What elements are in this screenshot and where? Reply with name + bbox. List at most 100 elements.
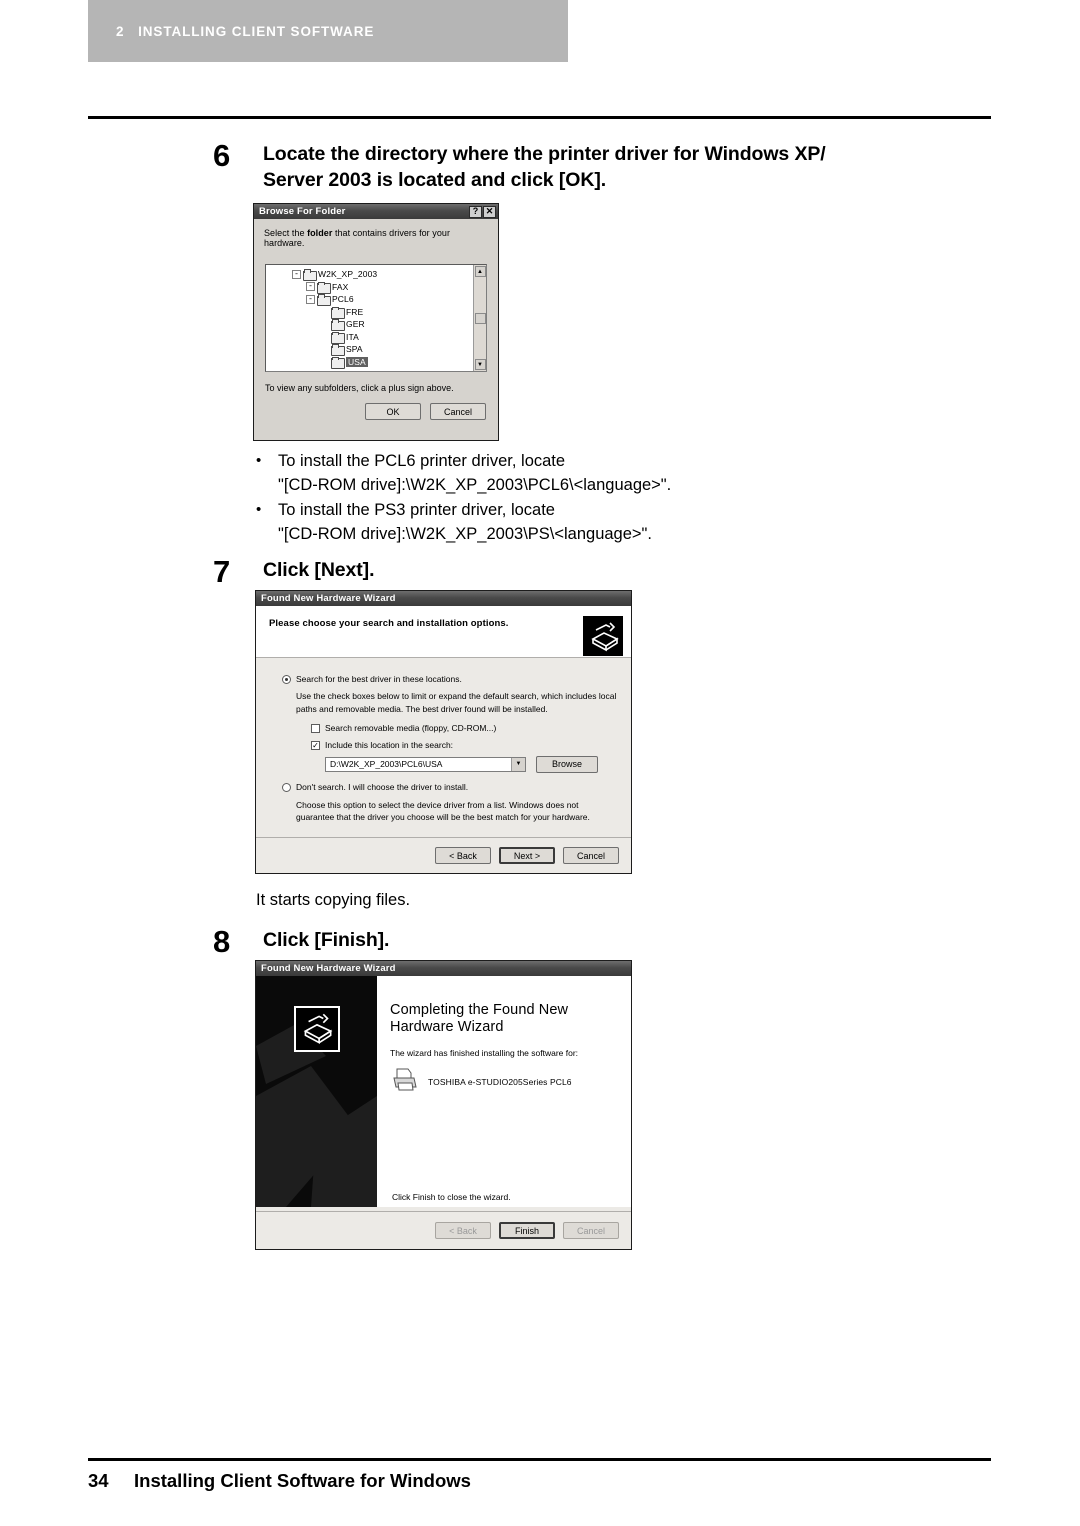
tree-expander-icon[interactable]: - <box>306 294 315 304</box>
next-button[interactable]: Next > <box>499 847 555 864</box>
hardware-wizard-icon <box>293 1006 340 1052</box>
checkbox-include-location-label: Include this location in the search: <box>325 739 454 750</box>
browse-prompt-bold: folder <box>307 228 333 238</box>
wizard-cancel-button[interactable]: Cancel <box>563 1222 619 1239</box>
folder-tree-item[interactable]: - FAX <box>266 281 473 294</box>
checkbox-icon-checked[interactable]: ✓ <box>311 740 320 750</box>
folder-tree-item[interactable]: ITA <box>266 331 473 344</box>
checkbox-icon-unchecked[interactable] <box>311 724 320 734</box>
installed-device-row: TOSHIBA e-STUDIO205Series PCL6 <box>390 1067 621 1098</box>
step-8-number: 8 <box>213 924 231 959</box>
wizard-search-title: Found New Hardware Wizard <box>261 593 396 604</box>
location-path-row: D:\W2K_XP_2003\PCL6\USA ▼ Browse <box>282 756 617 774</box>
location-combobox[interactable]: D:\W2K_XP_2003\PCL6\USA ▼ <box>325 757 526 773</box>
bullet-path-2: "[CD-ROM drive]:\W2K_XP_2003\PS\<languag… <box>278 525 652 544</box>
wizard-search-header-title: Please choose your search and installati… <box>269 618 509 629</box>
bullet-item: • To install the PS3 printer driver, loc… <box>256 499 876 522</box>
top-rule <box>88 116 991 119</box>
radio-dont-search[interactable]: Don't search. I will choose the driver t… <box>282 782 617 793</box>
bullet-continuation: "[CD-ROM drive]:\W2K_XP_2003\PS\<languag… <box>256 523 876 546</box>
folder-tree-item[interactable]: - PCL6 <box>266 293 473 307</box>
radio-icon-unselected[interactable] <box>282 783 291 793</box>
folder-tree-scrollbar[interactable]: ▲ ▼ <box>473 265 486 371</box>
checkbox-search-removable-media[interactable]: Search removable media (floppy, CD-ROM..… <box>282 723 617 734</box>
folder-icon <box>331 331 345 344</box>
wizard-finish-heading: Completing the Found New Hardware Wizard <box>390 1002 569 1036</box>
bullet-text-1: To install the PCL6 printer driver, loca… <box>278 452 566 470</box>
copying-files-note: It starts copying files. <box>256 891 411 909</box>
wizard-finish-content: Completing the Found New Hardware Wizard… <box>377 976 631 1207</box>
wizard-finish-footer: < Back Finish Cancel <box>256 1211 631 1249</box>
browse-dialog-titlebar-buttons: ? ✕ <box>469 205 496 218</box>
installed-device-name: TOSHIBA e-STUDIO205Series PCL6 <box>428 1077 572 1088</box>
browse-for-folder-dialog[interactable]: Browse For Folder ? ✕ Select the folder … <box>253 203 499 441</box>
radio-dont-search-label: Don't search. I will choose the driver t… <box>296 782 469 793</box>
wizard-search-body: Search for the best driver in these loca… <box>256 658 631 823</box>
tree-expander-icon[interactable]: - <box>306 282 315 292</box>
folder-tree-item[interactable]: FRE <box>266 306 473 319</box>
location-combobox-value: D:\W2K_XP_2003\PCL6\USA <box>330 758 443 769</box>
cancel-button[interactable]: Cancel <box>430 403 486 420</box>
folder-tree-item[interactable]: - W2K_XP_2003 <box>266 268 473 282</box>
found-new-hardware-wizard-finish[interactable]: Found New Hardware Wizard Completing the… <box>255 960 632 1250</box>
finish-button[interactable]: Finish <box>499 1222 555 1239</box>
driver-path-bullets: • To install the PCL6 printer driver, lo… <box>256 450 876 548</box>
wizard-finish-close-hint: Click Finish to close the wizard. <box>392 1192 511 1202</box>
scroll-up-icon[interactable]: ▲ <box>474 266 486 277</box>
radio-search-best-driver[interactable]: Search for the best driver in these loca… <box>282 674 617 685</box>
folder-tree-item-label: PCL6 <box>332 294 354 305</box>
folder-tree-item-label: ITA <box>346 331 359 342</box>
radio-icon-selected[interactable] <box>282 675 291 684</box>
footer-rule <box>88 1458 991 1461</box>
scrollbar-thumb[interactable] <box>474 312 486 324</box>
folder-tree-item[interactable]: SPA <box>266 343 473 357</box>
wizard-finish-body: Completing the Found New Hardware Wizard… <box>256 976 631 1207</box>
ok-button[interactable]: OK <box>365 403 421 420</box>
scroll-down-icon[interactable]: ▼ <box>474 359 486 370</box>
folder-icon <box>331 356 345 369</box>
chevron-down-icon[interactable]: ▼ <box>511 758 525 772</box>
bullet-marker: • <box>256 500 262 518</box>
browse-prompt-pre: Select the <box>264 228 308 238</box>
bullet-path-1: "[CD-ROM drive]:\W2K_XP_2003\PCL6\<langu… <box>278 476 672 495</box>
page-footer: 34 Installing Client Software for Window… <box>88 1470 471 1492</box>
checkbox-include-location[interactable]: ✓ Include this location in the search: <box>282 740 617 751</box>
browse-dialog-hint: To view any subfolders, click a plus sig… <box>265 383 454 393</box>
folder-tree-item[interactable]: USA <box>266 356 473 369</box>
folder-tree[interactable]: - W2K_XP_2003- FAX - PCL6 FRE GER ITA SPA USA <box>266 265 473 371</box>
printer-icon <box>390 1067 420 1098</box>
browse-dialog-titlebar: Browse For Folder ? ✕ <box>254 204 498 219</box>
wizard-finish-title: Found New Hardware Wizard <box>261 963 396 974</box>
step-6-number: 6 <box>213 138 231 173</box>
back-button[interactable]: < Back <box>435 1222 491 1239</box>
folder-tree-item-label: FAX <box>332 281 349 292</box>
folder-tree-item[interactable]: GER <box>266 318 473 332</box>
checkbox-search-removable-media-label: Search removable media (floppy, CD-ROM..… <box>325 723 497 734</box>
search-help-text: Use the check boxes below to limit or ex… <box>296 691 617 714</box>
browse-dialog-title: Browse For Folder <box>259 206 346 217</box>
folder-tree-item-label: USA <box>346 356 368 367</box>
bullet-indent <box>256 523 278 546</box>
folder-tree-item-label: GER <box>346 319 365 330</box>
folder-tree-container[interactable]: - W2K_XP_2003- FAX - PCL6 FRE GER ITA SPA USA ▲ ▼ <box>265 264 487 372</box>
wizard-finish-titlebar: Found New Hardware Wizard <box>256 961 631 976</box>
folder-icon <box>331 306 345 319</box>
bullet-item: • To install the PCL6 printer driver, lo… <box>256 450 876 473</box>
wizard-search-header: Please choose your search and installati… <box>256 606 631 658</box>
step-7-title: Click [Next]. <box>263 559 375 581</box>
close-icon[interactable]: ✕ <box>483 205 496 218</box>
wizard-finish-banner <box>256 976 377 1207</box>
folder-tree-item-label: SPA <box>346 344 363 355</box>
wizard-finish-subtext: The wizard has finished installing the s… <box>390 1047 579 1058</box>
page-number: 34 <box>88 1470 109 1491</box>
bullet-continuation: "[CD-ROM drive]:\W2K_XP_2003\PCL6\<langu… <box>256 474 876 497</box>
step-7-number: 7 <box>213 554 231 589</box>
folder-icon <box>303 269 317 282</box>
help-icon[interactable]: ? <box>469 205 482 218</box>
step-8-title: Click [Finish]. <box>263 929 390 951</box>
tree-expander-icon[interactable]: - <box>292 269 301 279</box>
wizard-cancel-button[interactable]: Cancel <box>563 847 619 864</box>
back-button[interactable]: < Back <box>435 847 491 864</box>
browse-button[interactable]: Browse <box>536 756 598 774</box>
found-new-hardware-wizard-search[interactable]: Found New Hardware Wizard Please choose … <box>255 590 632 874</box>
